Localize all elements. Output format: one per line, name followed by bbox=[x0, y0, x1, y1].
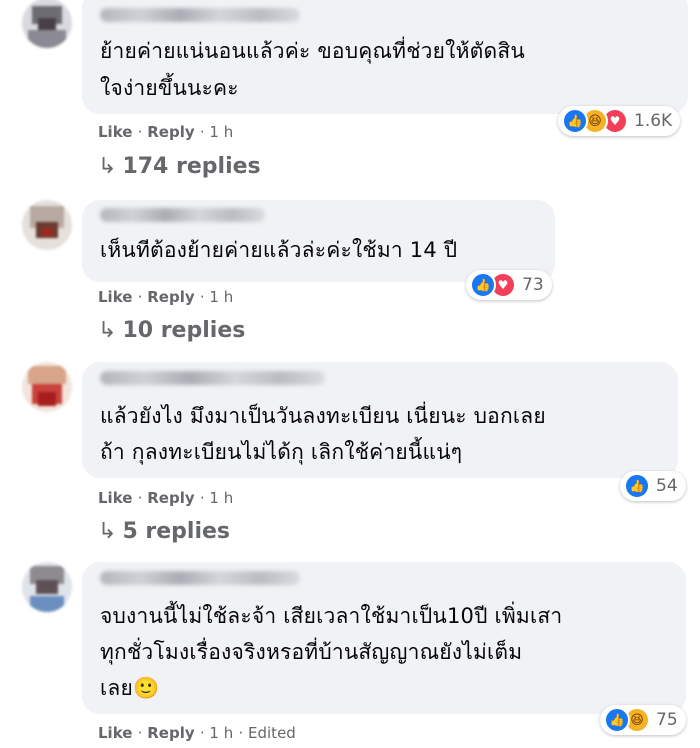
separator: · bbox=[199, 288, 210, 306]
edited-label[interactable]: Edited bbox=[248, 724, 296, 742]
replies-count: 5 replies bbox=[122, 519, 231, 544]
separator: · bbox=[137, 724, 148, 742]
author-name-blurred[interactable] bbox=[100, 571, 300, 585]
like-link[interactable]: Like bbox=[98, 123, 132, 141]
timestamp[interactable]: 1 h bbox=[209, 123, 233, 141]
comment-actions: Like · Reply · 1 h bbox=[98, 288, 233, 306]
reaction-count: 75 bbox=[656, 710, 678, 730]
replies-count: 174 replies bbox=[122, 154, 261, 179]
avatar[interactable] bbox=[22, 362, 72, 412]
view-replies-link[interactable]: ↳ 10 replies bbox=[98, 318, 245, 343]
comment-actions: Like · Reply · 1 h bbox=[98, 123, 233, 141]
reply-link[interactable]: Reply bbox=[147, 489, 194, 507]
reply-arrow-icon: ↳ bbox=[98, 318, 117, 343]
comment-text-line: ทุกชั่วโมงเรื่องจริงหรอที่บ้านสัญญาณยังไ… bbox=[100, 640, 523, 664]
avatar[interactable] bbox=[22, 562, 72, 612]
separator: · bbox=[199, 489, 210, 507]
reaction-summary[interactable]: 👍 54 bbox=[620, 471, 686, 501]
timestamp[interactable]: 1 h bbox=[209, 489, 233, 507]
comment-text-line: ย้ายค่ายแน่นอนแล้วค่ะ ขอบคุณที่ช่วยให้ตั… bbox=[100, 39, 525, 63]
reply-link[interactable]: Reply bbox=[147, 123, 194, 141]
replies-count: 10 replies bbox=[122, 318, 246, 343]
timestamp[interactable]: 1 h bbox=[209, 288, 233, 306]
comment-text-line: เห็นทีต้องย้ายค่ายแล้วล่ะค่ะใช้มา 14 ปี bbox=[100, 238, 458, 262]
reply-arrow-icon: ↳ bbox=[98, 519, 117, 544]
comment-bubble: จบงานนี้ไม่ใช้ละจ้า เสียเวลาใช้มาเป็น10ป… bbox=[82, 562, 686, 714]
separator: · bbox=[137, 123, 148, 141]
like-link[interactable]: Like bbox=[98, 724, 132, 742]
like-link[interactable]: Like bbox=[98, 288, 132, 306]
author-name-blurred[interactable] bbox=[100, 208, 265, 222]
timestamp[interactable]: 1 h bbox=[209, 724, 233, 742]
reaction-count: 1.6K bbox=[634, 111, 673, 131]
view-replies-link[interactable]: ↳ 5 replies bbox=[98, 519, 230, 544]
separator: · bbox=[137, 288, 148, 306]
separator: · bbox=[199, 123, 210, 141]
comment-text-line: เลย🙂 bbox=[100, 676, 160, 700]
avatar[interactable] bbox=[22, 200, 72, 250]
comment-text-line: ถ้า กุลงทะเบียนไม่ได้กุ เลิกใช้ค่ายนี้แน… bbox=[100, 440, 463, 464]
author-name-blurred[interactable] bbox=[100, 371, 325, 385]
comment-actions: Like · Reply · 1 h bbox=[98, 489, 233, 507]
like-icon: 👍 bbox=[604, 707, 630, 733]
comment-text-line: ใจง่ายขึ้นนะคะ bbox=[100, 76, 239, 100]
separator: · bbox=[238, 724, 249, 742]
reaction-count: 73 bbox=[522, 275, 544, 295]
view-replies-link[interactable]: ↳ 174 replies bbox=[98, 154, 261, 179]
like-icon: 👍 bbox=[470, 272, 496, 298]
like-link[interactable]: Like bbox=[98, 489, 132, 507]
reaction-summary[interactable]: 👍 😆 75 bbox=[600, 705, 686, 735]
like-icon: 👍 bbox=[624, 473, 650, 499]
reply-arrow-icon: ↳ bbox=[98, 154, 117, 179]
reply-link[interactable]: Reply bbox=[147, 288, 194, 306]
comment-bubble: แล้วยังไง มึงมาเป็นวันลงทะเบียน เนี่ยนะ … bbox=[82, 362, 678, 478]
separator: · bbox=[137, 489, 148, 507]
like-icon: 👍 bbox=[562, 108, 588, 134]
comment-text-line: แล้วยังไง มึงมาเป็นวันลงทะเบียน เนี่ยนะ … bbox=[100, 404, 546, 428]
separator: · bbox=[199, 724, 210, 742]
reaction-summary[interactable]: 👍 ♥ 73 bbox=[466, 270, 552, 300]
comment-actions: Like · Reply · 1 h · Edited bbox=[98, 724, 296, 742]
reaction-count: 54 bbox=[656, 476, 678, 496]
author-name-blurred[interactable] bbox=[100, 8, 300, 22]
comment-bubble: ย้ายค่ายแน่นอนแล้วค่ะ ขอบคุณที่ช่วยให้ตั… bbox=[82, 0, 688, 114]
reaction-summary[interactable]: 👍 😆 ♥ 1.6K bbox=[558, 106, 681, 136]
avatar[interactable] bbox=[22, 0, 72, 48]
comment-text-line: จบงานนี้ไม่ใช้ละจ้า เสียเวลาใช้มาเป็น10ป… bbox=[100, 604, 563, 628]
reply-link[interactable]: Reply bbox=[147, 724, 194, 742]
